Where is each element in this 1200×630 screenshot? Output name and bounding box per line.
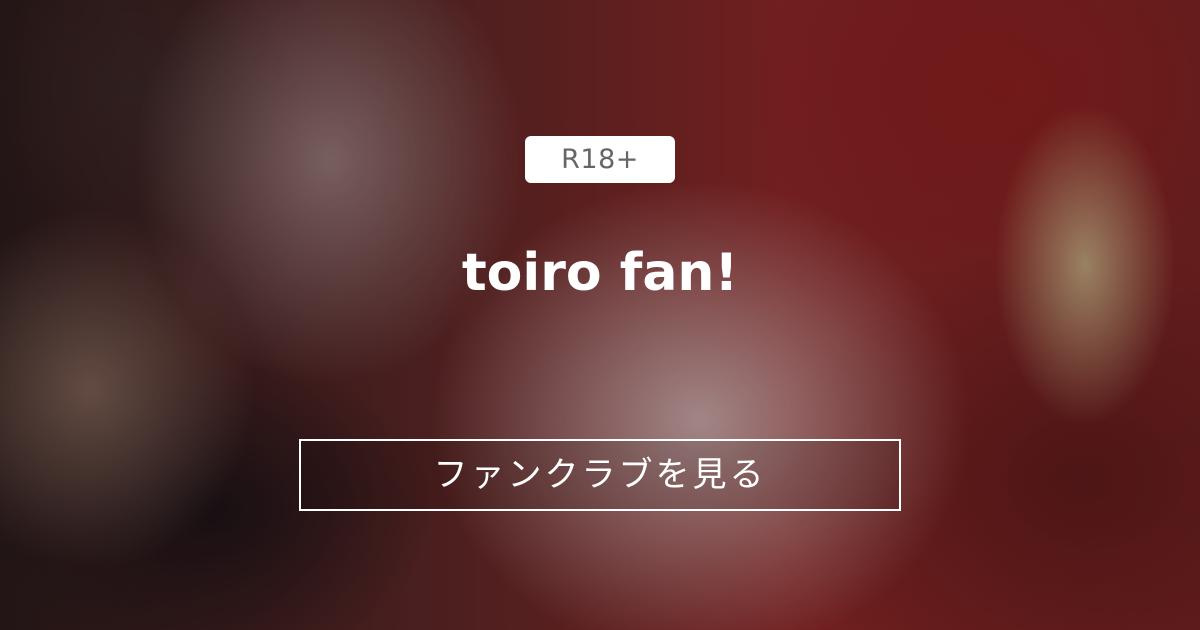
- background-overlay: [0, 0, 1200, 630]
- fanclub-title: toiro fan!: [461, 243, 739, 303]
- view-fanclub-button[interactable]: ファンクラブを見る: [299, 439, 901, 511]
- age-rating-badge: R18+: [525, 136, 675, 183]
- og-card: R18+ toiro fan! ファンクラブを見る: [0, 0, 1200, 630]
